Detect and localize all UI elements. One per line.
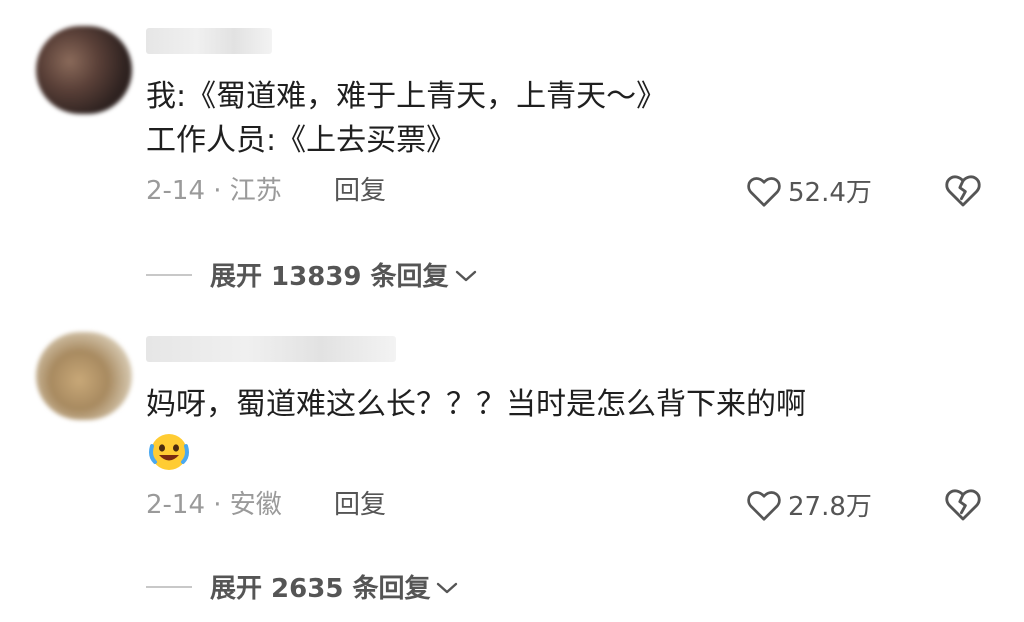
comment-date-location: 2-14 · 江苏: [146, 176, 282, 206]
chevron-down-icon: [455, 260, 477, 290]
heart-outline-icon: [746, 488, 782, 522]
reply-button[interactable]: 回复: [334, 174, 386, 208]
comment-text-line: 我:《蜀道难，难于上青天，上青天～》: [146, 79, 667, 114]
reply-button[interactable]: 回复: [334, 488, 386, 522]
username-blurred[interactable]: [146, 28, 272, 54]
comment-date-location: 2-14 · 安徽: [146, 490, 282, 520]
divider-line: [146, 585, 192, 588]
chevron-down-icon: [436, 572, 458, 602]
comment-item: 妈呀，蜀道难这么长？？？当时是怎么背下来的啊 2-14 · 安徽 回复 27.8…: [0, 310, 1024, 622]
like-button[interactable]: 52.4万: [746, 172, 872, 209]
expand-replies-label: 展开 13839 条回复: [210, 262, 449, 292]
comment-text-line: 工作人员:《上去买票》: [146, 123, 457, 158]
avatar[interactable]: [36, 26, 132, 114]
like-button[interactable]: 27.8万: [746, 486, 872, 523]
comment-item: 我:《蜀道难，难于上青天，上青天～》 工作人员:《上去买票》 2-14 · 江苏…: [0, 0, 1024, 310]
like-count: 52.4万: [788, 178, 872, 208]
expand-replies-label: 展开 2635 条回复: [210, 574, 431, 604]
expand-replies-button[interactable]: 展开 2635 条回复: [146, 568, 458, 605]
laughing-crying-emoji: [149, 434, 189, 470]
expand-replies-button[interactable]: 展开 13839 条回复: [146, 256, 477, 293]
username-blurred[interactable]: [146, 336, 396, 362]
comment-text-line: 妈呀，蜀道难这么长？？？当时是怎么背下来的啊: [146, 387, 806, 422]
broken-heart-icon: [944, 486, 982, 522]
heart-outline-icon: [746, 174, 782, 208]
dislike-button[interactable]: [944, 486, 982, 522]
divider-line: [146, 273, 192, 276]
broken-heart-icon: [944, 172, 982, 208]
dislike-button[interactable]: [944, 172, 982, 208]
like-count: 27.8万: [788, 492, 872, 522]
avatar[interactable]: [36, 332, 132, 420]
